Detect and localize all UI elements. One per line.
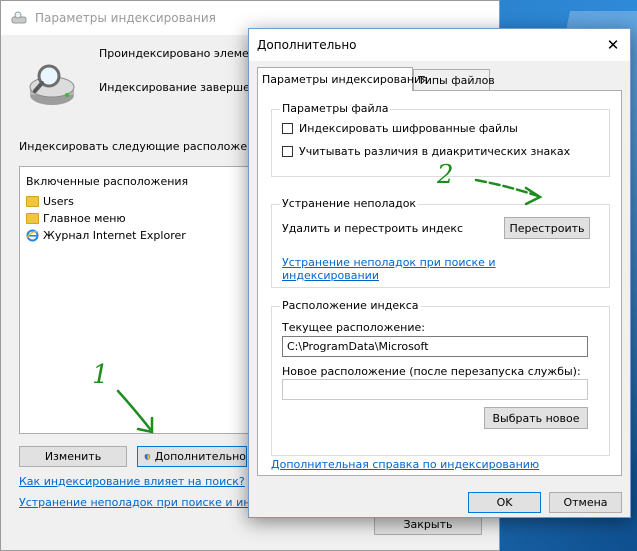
current-location-field[interactable]: C:\ProgramData\Microsoft — [282, 336, 588, 357]
indexing-help-link[interactable]: Дополнительная справка по индексированию — [271, 458, 539, 471]
diacritics-checkbox[interactable]: Учитывать различия в диакритических знак… — [282, 145, 570, 158]
troubleshoot-link[interactable]: Устранение неполадок при поиске и индекс — [19, 496, 277, 509]
location-name: Главное меню — [43, 212, 126, 225]
rebuild-button[interactable]: Перестроить — [504, 217, 590, 239]
checkbox-box[interactable] — [282, 123, 293, 134]
locations-label: Индексировать следующие расположения: — [19, 140, 272, 153]
cancel-button[interactable]: Отмена — [549, 492, 622, 513]
dialog-title-bar: Дополнительно ✕ — [249, 29, 630, 61]
list-item[interactable]: Users — [26, 195, 74, 208]
new-location-label: Новое расположение (после перезапуска сл… — [282, 365, 581, 378]
location-name: Users — [43, 195, 74, 208]
internet-explorer-icon — [26, 229, 39, 242]
locations-list-header: Включенные расположения — [26, 175, 189, 188]
indexing-options-icon — [11, 11, 27, 24]
index-location-group: Расположение индекса Текущее расположени… — [271, 299, 610, 456]
new-location-field[interactable] — [282, 379, 588, 400]
encrypted-files-checkbox[interactable]: Индексировать шифрованные файлы — [282, 122, 518, 135]
group-title: Расположение индекса — [280, 299, 421, 312]
tab-panel: Параметры файла Индексировать шифрованны… — [257, 90, 622, 476]
ok-button[interactable]: OK — [468, 492, 541, 513]
folder-icon — [26, 196, 39, 207]
list-item[interactable]: Главное меню — [26, 212, 126, 225]
group-title: Параметры файла — [280, 102, 391, 115]
uac-shield-icon — [144, 453, 151, 460]
select-new-button[interactable]: Выбрать новое — [484, 407, 588, 429]
close-icon[interactable]: ✕ — [596, 29, 630, 61]
dialog-title: Дополнительно — [257, 38, 357, 52]
list-item[interactable]: Журнал Internet Explorer — [26, 229, 186, 242]
current-location-label: Текущее расположение: — [282, 321, 425, 334]
group-title: Устранение неполадок — [280, 197, 419, 210]
troubleshoot-search-link-cont[interactable]: индексировании — [282, 269, 379, 282]
tab-indexing-settings[interactable]: Параметры индексирования — [257, 67, 428, 91]
indexing-status-text: Индексирование завершено. — [99, 81, 268, 94]
checkbox-label: Индексировать шифрованные файлы — [299, 122, 518, 135]
advanced-button-label: Дополнительно — [154, 450, 246, 463]
folder-icon — [26, 213, 39, 224]
locations-list[interactable]: Включенные расположения Users Главное ме… — [19, 166, 259, 434]
advanced-button[interactable]: Дополнительно — [137, 446, 247, 467]
file-settings-group: Параметры файла Индексировать шифрованны… — [271, 102, 610, 177]
troubleshoot-search-link[interactable]: Устранение неполадок при поиске и — [282, 256, 496, 269]
advanced-dialog: Дополнительно ✕ Параметры индексирования… — [248, 28, 631, 518]
troubleshooting-group: Устранение неполадок Удалить и перестрои… — [271, 197, 610, 288]
location-name: Журнал Internet Explorer — [43, 229, 186, 242]
modify-button[interactable]: Изменить — [19, 446, 127, 467]
window-title: Параметры индексирования — [35, 11, 216, 25]
search-impact-link[interactable]: Как индексирование влияет на поиск? — [19, 475, 245, 488]
checkbox-box[interactable] — [282, 146, 293, 157]
checkbox-label: Учитывать различия в диакритических знак… — [299, 145, 571, 158]
indexing-drive-icon — [29, 64, 75, 105]
rebuild-label: Удалить и перестроить индекс — [282, 222, 464, 235]
